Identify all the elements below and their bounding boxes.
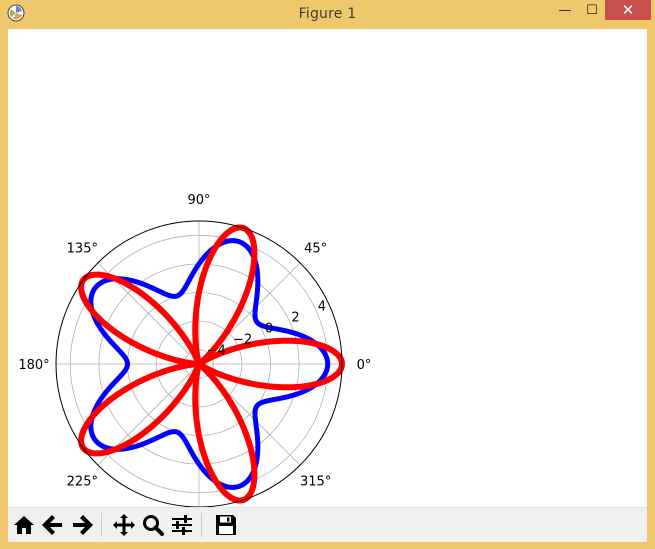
move-icon [112,513,135,536]
figure-canvas: 0° 45° 90° 135° 180° 225° 315° −4 −2 0 2 4 [8,29,647,542]
angle-tick-label: 90° [187,193,210,208]
angle-tick-label: 225° [67,475,98,490]
radial-tick-label: −4 [207,344,226,359]
close-button[interactable]: ✕ [605,0,651,20]
arrow-right-icon [72,514,93,535]
radial-tick-label: 0 [265,322,273,337]
back-button[interactable] [39,511,66,538]
zoom-button[interactable] [139,511,166,538]
minimize-button[interactable]: — [551,0,579,20]
magnifier-icon [142,514,164,536]
angle-tick-label: 45° [304,241,327,256]
title-bar: Figure 1 — ☐ ✕ [0,0,655,28]
maximize-button[interactable]: ☐ [579,0,605,20]
navigation-toolbar [8,507,647,542]
angle-tick-label: 135° [67,241,98,256]
angle-tick-label: 315° [300,475,331,490]
toolbar-separator [101,513,102,537]
arrow-left-icon [41,514,62,535]
home-button[interactable] [10,511,37,538]
floppy-disk-icon [215,514,236,535]
toolbar-separator [201,513,202,537]
radial-tick-label: 2 [291,311,299,326]
angle-tick-label: 180° [18,358,49,373]
sliders-icon [171,514,192,535]
angle-tick-label: 0° [357,358,372,373]
forward-button[interactable] [68,511,95,538]
radial-tick-label: −2 [233,333,252,348]
home-icon [13,515,34,534]
save-button[interactable] [212,511,239,538]
plot-area[interactable]: 0° 45° 90° 135° 180° 225° 315° −4 −2 0 2 4 [8,29,647,508]
configure-subplots-button[interactable] [168,511,195,538]
radial-tick-label: 4 [318,300,326,315]
polar-chart: 0° 45° 90° 135° 180° 225° 315° −4 −2 0 2 4 [18,193,372,508]
pan-button[interactable] [110,511,137,538]
